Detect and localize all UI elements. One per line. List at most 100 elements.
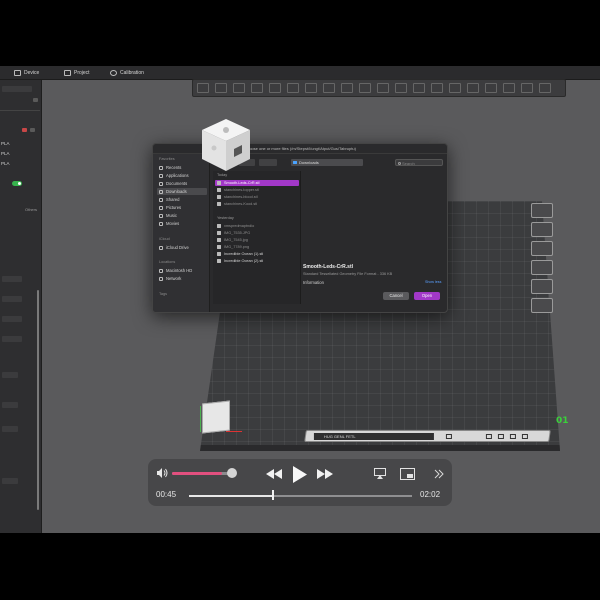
toolbar-button[interactable] (449, 83, 461, 93)
setting-field[interactable] (2, 296, 22, 302)
toolbar-button[interactable] (521, 83, 533, 93)
movies-icon (159, 221, 163, 226)
locations-header: Locations (159, 260, 176, 264)
settings-icon[interactable] (531, 298, 553, 313)
volume-icon[interactable] (156, 467, 168, 479)
file-item[interactable]: Incredible Ocean (1).stl (215, 251, 299, 257)
playback-scrubber[interactable] (189, 495, 412, 497)
toolbar-button[interactable] (359, 83, 371, 93)
show-less-link[interactable]: Show less (425, 280, 441, 284)
location-select[interactable]: Downloads (291, 159, 363, 166)
setting-field[interactable] (2, 372, 18, 378)
filament-row[interactable]: PLA (0, 160, 40, 168)
search-input[interactable]: Search (395, 159, 443, 166)
plate-tools (531, 203, 555, 328)
edit-icon[interactable] (33, 98, 38, 102)
y-axis (200, 406, 201, 432)
sidebar-item-music[interactable]: Music (157, 212, 207, 219)
sidebar-item-icloud-drive[interactable]: iCloud Drive (157, 244, 207, 251)
toolbar-add-icon[interactable] (197, 83, 209, 93)
document-icon (159, 181, 163, 186)
fast-forward-icon[interactable] (317, 469, 333, 479)
tab-device[interactable]: Device (14, 68, 39, 78)
airplay-icon[interactable] (374, 468, 386, 479)
orient-icon[interactable] (531, 222, 553, 237)
status-icon[interactable] (497, 434, 504, 439)
toolbar-button[interactable] (395, 83, 407, 93)
file-item[interactable]: stanchines-blood.stl (215, 194, 299, 200)
shared-folder-icon (159, 197, 163, 202)
toolbar-button[interactable] (413, 83, 425, 93)
toolbar-button[interactable] (485, 83, 497, 93)
sidebar-item-network[interactable]: Network (157, 275, 207, 282)
volume-slider[interactable] (172, 472, 231, 475)
file-item[interactable]: xmspredmaptndio (215, 223, 299, 229)
tab-project[interactable]: Project (64, 68, 90, 78)
toolbar-button[interactable] (503, 83, 515, 93)
sync-toggle[interactable] (12, 181, 22, 186)
sidebar-item-pictures[interactable]: Pictures (157, 204, 207, 211)
status-text: HUG GENL FETL (313, 433, 434, 440)
rewind-icon[interactable] (266, 469, 282, 479)
toolbar-button[interactable] (251, 83, 263, 93)
arrange-icon[interactable] (531, 241, 553, 256)
status-icon[interactable] (485, 434, 492, 439)
icloud-header: iCloud (159, 237, 170, 241)
preview-file-kind: Standard Tessellated Geometry File Forma… (303, 272, 393, 276)
sidebar-item-downloads[interactable]: Downloads (157, 188, 207, 195)
toolbar-button[interactable] (215, 83, 227, 93)
toolbar-button[interactable] (341, 83, 353, 93)
file-item[interactable]: Incredible Ocean (2).stl (215, 258, 299, 264)
file-item[interactable]: stanchines-Kood.stl (215, 201, 299, 207)
toolbar-button[interactable] (287, 83, 299, 93)
view-cube[interactable] (202, 400, 230, 434)
file-item[interactable]: IMG_7535.JPG (215, 230, 299, 236)
auto-arrange-icon[interactable] (531, 260, 553, 275)
toolbar-button[interactable] (431, 83, 443, 93)
cancel-button[interactable]: Cancel (383, 292, 409, 300)
tab-calibration[interactable]: Calibration (110, 68, 144, 78)
open-button[interactable]: Open (414, 292, 440, 300)
setting-field[interactable] (2, 478, 18, 484)
file-item[interactable]: stanchines-topper.stl (215, 187, 299, 193)
more-chevron-icon[interactable] (434, 469, 444, 479)
tab-project-label: Project (74, 70, 90, 76)
picture-in-picture-icon[interactable] (400, 468, 415, 480)
toolbar-button[interactable] (539, 83, 551, 93)
lock-icon[interactable] (531, 279, 553, 294)
status-icon[interactable] (521, 434, 528, 439)
sidebar-item-macintosh-hd[interactable]: Macintosh HD (157, 267, 207, 274)
play-icon[interactable] (293, 466, 307, 483)
setting-field[interactable] (2, 316, 22, 322)
volume-knob[interactable] (227, 468, 237, 478)
status-icon[interactable] (445, 434, 452, 439)
filament-row[interactable]: PLA (0, 140, 40, 148)
toolbar-button[interactable] (269, 83, 281, 93)
setting-field[interactable] (2, 426, 18, 432)
sidebar-item-documents[interactable]: Documents (157, 180, 207, 187)
status-icon[interactable] (509, 434, 516, 439)
file-item[interactable]: IMG_7545.jpg (215, 237, 299, 243)
toolbar-button[interactable] (323, 83, 335, 93)
toolbar-button[interactable] (467, 83, 479, 93)
setting-field[interactable] (2, 336, 22, 342)
printer-select[interactable] (2, 86, 32, 92)
sidebar-item-shared[interactable]: Shared (157, 196, 207, 203)
playhead[interactable] (271, 490, 274, 500)
file-item[interactable]: IMG_7789.png (215, 244, 299, 250)
file-icon (217, 224, 221, 228)
filament-row[interactable]: PLA (0, 150, 40, 158)
sidebar-item-movies[interactable]: Movies (157, 220, 207, 227)
close-plate-icon[interactable] (531, 203, 553, 218)
settings-icon[interactable] (30, 128, 35, 132)
group-button[interactable] (259, 159, 277, 166)
remove-icon[interactable] (22, 128, 27, 132)
setting-field[interactable] (2, 402, 18, 408)
file-item-selected[interactable]: Smooth-Leds-CrR.stl (215, 180, 299, 186)
plate-edge (200, 445, 560, 451)
setting-field[interactable] (2, 276, 22, 282)
toolbar-button[interactable] (377, 83, 389, 93)
sidebar-scrollbar[interactable] (37, 290, 39, 510)
toolbar-button[interactable] (305, 83, 317, 93)
toolbar-button[interactable] (233, 83, 245, 93)
